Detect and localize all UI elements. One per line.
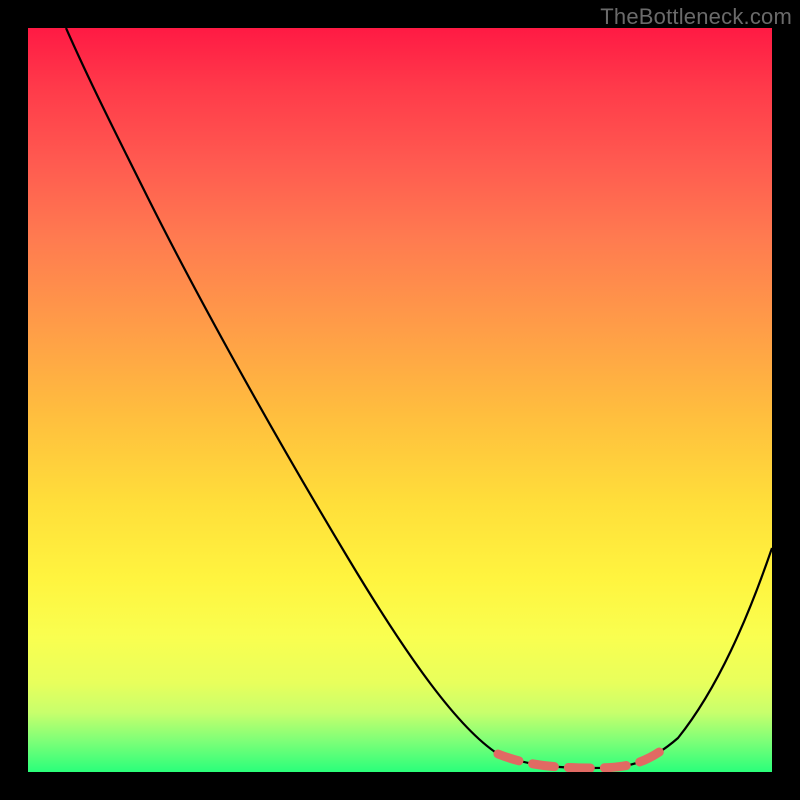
optimal-range-dash (498, 744, 670, 768)
watermark-text: TheBottleneck.com (600, 4, 792, 30)
chart-svg (28, 28, 772, 772)
bottleneck-curve-line (66, 28, 772, 768)
chart-plot-area (28, 28, 772, 772)
